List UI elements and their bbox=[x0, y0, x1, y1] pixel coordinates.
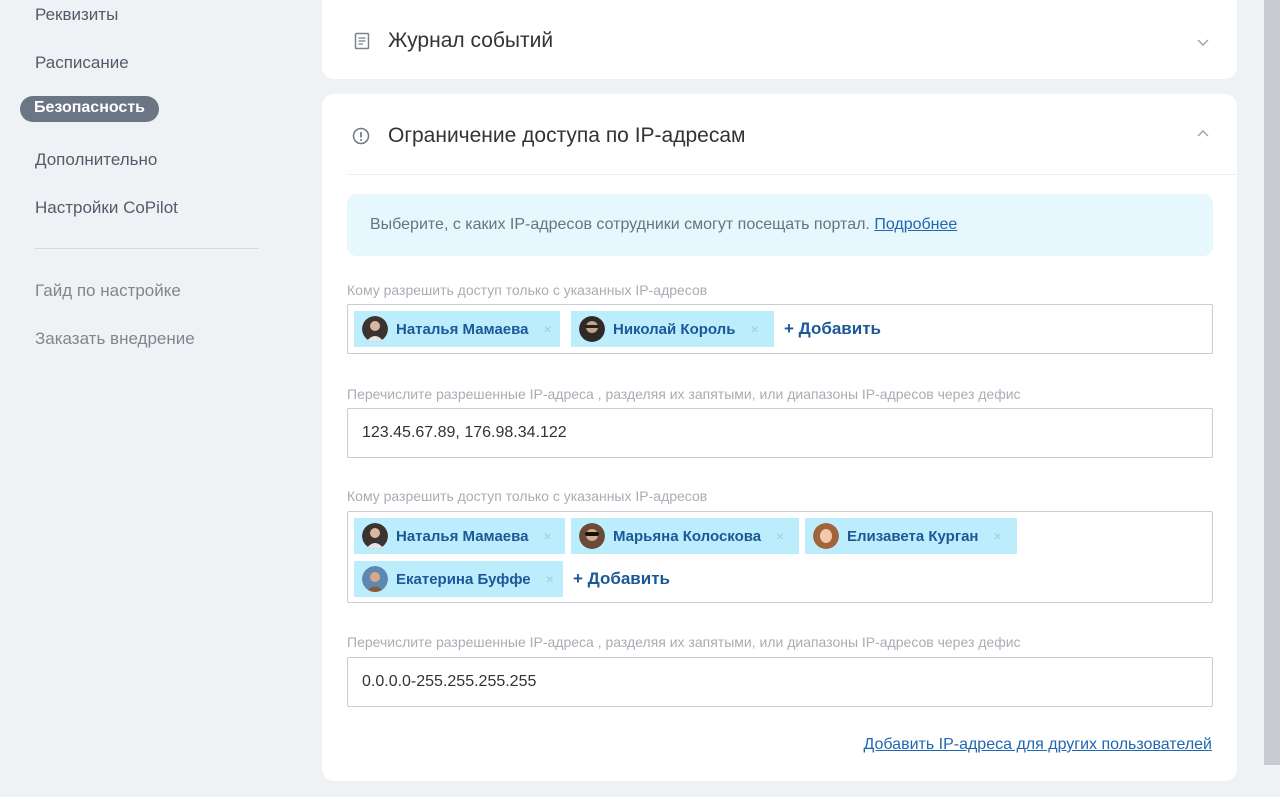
avatar bbox=[579, 523, 605, 549]
user-tag[interactable]: Наталья Мамаева × bbox=[354, 518, 565, 554]
chevron-up-icon[interactable] bbox=[1197, 128, 1209, 140]
chevron-down-icon[interactable] bbox=[1197, 36, 1209, 48]
avatar bbox=[362, 523, 388, 549]
remove-tag-icon[interactable]: × bbox=[750, 321, 758, 337]
ip-restriction-card: Ограничение доступа по IP-адресам Выбери… bbox=[322, 94, 1237, 781]
users-field-label: Кому разрешить доступ только с указанных… bbox=[347, 488, 708, 504]
settings-sidebar: Реквизиты Расписание Безопасность Дополн… bbox=[0, 0, 280, 797]
user-tag[interactable]: Екатерина Буффе × bbox=[354, 561, 563, 597]
users-field-label: Кому разрешить доступ только с указанных… bbox=[347, 282, 708, 298]
user-name: Наталья Мамаева bbox=[396, 527, 529, 545]
remove-tag-icon[interactable]: × bbox=[544, 321, 552, 337]
user-tag[interactable]: Наталья Мамаева × bbox=[354, 311, 560, 347]
warning-circle-icon bbox=[352, 127, 370, 145]
sidebar-item-additional[interactable]: Дополнительно bbox=[35, 150, 157, 170]
ip-field-label: Перечислите разрешенные IP-адреса , разд… bbox=[347, 634, 1021, 650]
remove-tag-icon[interactable]: × bbox=[776, 528, 784, 544]
ip-restriction-title: Ограничение доступа по IP-адресам bbox=[388, 124, 746, 147]
add-user-button[interactable]: + Добавить bbox=[784, 319, 881, 339]
user-name: Екатерина Буффе bbox=[396, 570, 531, 588]
remove-tag-icon[interactable]: × bbox=[546, 571, 554, 587]
more-info-link[interactable]: Подробнее bbox=[874, 216, 957, 233]
ip-field-label: Перечислите разрешенные IP-адреса , разд… bbox=[347, 386, 1021, 402]
sidebar-item-order-implementation[interactable]: Заказать внедрение bbox=[35, 329, 195, 349]
user-name: Наталья Мамаева bbox=[396, 320, 529, 338]
event-log-card: Журнал событий bbox=[322, 0, 1237, 79]
info-text: Выберите, с каких IP-адресов сотрудники … bbox=[370, 216, 870, 233]
event-log-title: Журнал событий bbox=[388, 29, 554, 52]
ip-restriction-header[interactable]: Ограничение доступа по IP-адресам bbox=[352, 124, 745, 148]
sidebar-item-setup-guide[interactable]: Гайд по настройке bbox=[35, 281, 181, 301]
ip-address-value[interactable]: 123.45.67.89, 176.98.34.122 bbox=[348, 409, 1212, 457]
ip-address-input[interactable]: 0.0.0.0-255.255.255.255 bbox=[347, 657, 1213, 707]
avatar bbox=[362, 566, 388, 592]
users-selector[interactable]: Наталья Мамаева × Марьяна Колоскова × Ел… bbox=[347, 511, 1213, 603]
user-tag[interactable]: Марьяна Колоскова × bbox=[571, 518, 799, 554]
add-user-button[interactable]: + Добавить bbox=[573, 569, 670, 589]
avatar bbox=[813, 523, 839, 549]
remove-tag-icon[interactable]: × bbox=[994, 528, 1002, 544]
scrollbar[interactable] bbox=[1264, 0, 1280, 765]
info-box: Выберите, с каких IP-адресов сотрудники … bbox=[347, 194, 1213, 256]
user-tag[interactable]: Елизавета Курган × bbox=[805, 518, 1017, 554]
avatar bbox=[579, 316, 605, 342]
event-log-header[interactable]: Журнал событий bbox=[352, 29, 553, 53]
document-icon bbox=[354, 32, 370, 50]
sidebar-divider bbox=[35, 248, 259, 249]
header-separator bbox=[347, 174, 1237, 175]
user-name: Марьяна Колоскова bbox=[613, 527, 762, 545]
remove-tag-icon[interactable]: × bbox=[544, 528, 552, 544]
sidebar-item-schedule[interactable]: Расписание bbox=[35, 53, 129, 73]
users-selector[interactable]: Наталья Мамаева × Николай Король × + Доб… bbox=[347, 304, 1213, 354]
sidebar-item-copilot[interactable]: Настройки CoPilot bbox=[35, 198, 178, 218]
sidebar-item-security[interactable]: Безопасность bbox=[20, 96, 159, 122]
ip-address-input[interactable]: 123.45.67.89, 176.98.34.122 bbox=[347, 408, 1213, 458]
user-name: Николай Король bbox=[613, 320, 736, 338]
avatar bbox=[362, 316, 388, 342]
user-tag[interactable]: Николай Король × bbox=[571, 311, 774, 347]
add-ip-for-other-users-link[interactable]: Добавить IP-адреса для других пользовате… bbox=[863, 736, 1212, 754]
user-name: Елизавета Курган bbox=[847, 527, 979, 545]
sidebar-item-requisites[interactable]: Реквизиты bbox=[35, 5, 118, 25]
ip-address-value[interactable]: 0.0.0.0-255.255.255.255 bbox=[348, 658, 1212, 706]
